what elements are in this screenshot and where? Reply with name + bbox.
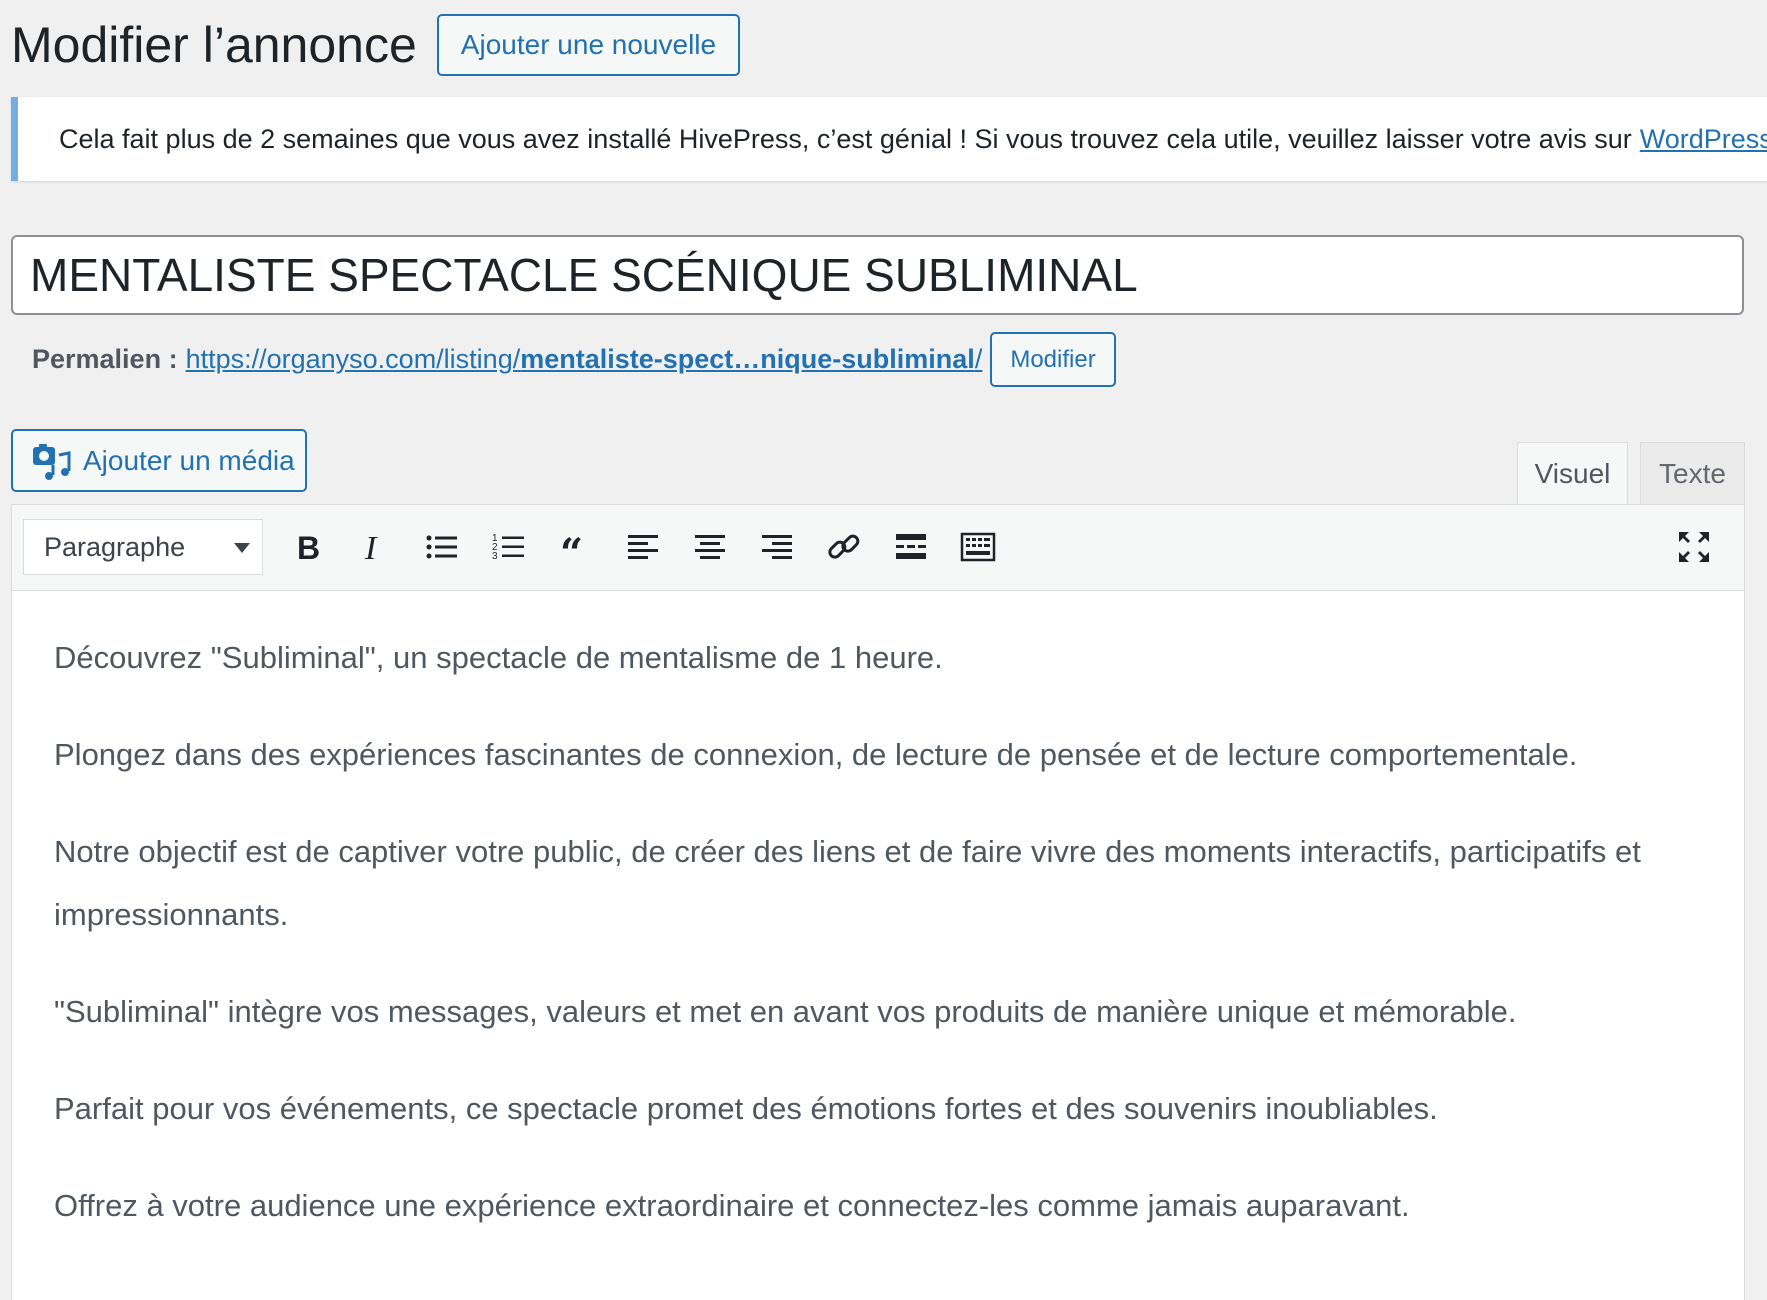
- format-select-value: Paragraphe: [44, 531, 186, 562]
- fullscreen-button[interactable]: [1672, 525, 1716, 569]
- blockquote-button[interactable]: “: [554, 525, 598, 569]
- add-media-button[interactable]: Ajouter un média: [11, 429, 307, 492]
- numbered-list-icon: 1 2 3: [492, 533, 524, 562]
- permalink-link[interactable]: https://organyso.com/listing/mentaliste-…: [186, 344, 983, 375]
- content-paragraph: Offrez à votre audience une expérience e…: [54, 1188, 1410, 1223]
- content-paragraph: Plongez dans des expériences fascinantes…: [54, 737, 1578, 772]
- align-right-icon: [762, 535, 792, 559]
- read-more-icon: [896, 534, 926, 559]
- link-button[interactable]: [822, 525, 866, 569]
- tab-text[interactable]: Texte: [1640, 442, 1745, 504]
- permalink-row: Permalien : https://organyso.com/listing…: [32, 332, 1116, 387]
- page-title: Modifier l’annonce: [11, 17, 417, 73]
- numbered-list-button[interactable]: 1 2 3: [487, 525, 531, 569]
- read-more-button[interactable]: [889, 525, 933, 569]
- permalink-url-base: https://organyso.com/listing/: [185, 344, 521, 374]
- add-new-button[interactable]: Ajouter une nouvelle: [436, 14, 741, 76]
- page-heading: Modifier l’annonce Ajouter une nouvelle: [11, 14, 741, 76]
- toolbar-toggle-button[interactable]: [956, 525, 1000, 569]
- content-paragraph: Découvrez "Subliminal", un spectacle de …: [54, 640, 943, 675]
- add-media-label: Ajouter un média: [83, 444, 295, 476]
- editor-content[interactable]: Découvrez "Subliminal", un spectacle de …: [12, 591, 1744, 1237]
- align-center-icon: [695, 535, 725, 559]
- edit-permalink-button[interactable]: Modifier: [990, 332, 1116, 387]
- bullet-list-button[interactable]: [420, 525, 464, 569]
- fullscreen-icon: [1679, 532, 1709, 562]
- toolbar-toggle-icon: [960, 532, 996, 562]
- align-left-button[interactable]: [621, 525, 665, 569]
- content-editor: Paragraphe B I 1 2 3 “ Découvrez "Sublim…: [11, 504, 1745, 1300]
- content-paragraph: Parfait pour vos événements, ce spectacl…: [54, 1091, 1438, 1126]
- permalink-url-end: /: [974, 344, 983, 374]
- link-icon: [828, 534, 860, 559]
- svg-text:3: 3: [492, 551, 498, 562]
- blockquote-icon: “: [560, 530, 583, 565]
- notice-text: Cela fait plus de 2 semaines que vous av…: [59, 123, 1632, 154]
- align-right-button[interactable]: [755, 525, 799, 569]
- svg-text:B: B: [297, 530, 320, 565]
- edit-listing-page: Modifier l’annonce Ajouter une nouvelle …: [0, 0, 1767, 1300]
- bullet-list-icon: [426, 535, 457, 559]
- bold-button[interactable]: B: [286, 525, 330, 569]
- post-title-input[interactable]: [11, 235, 1744, 315]
- svg-text:“: “: [560, 530, 583, 565]
- add-media-icon: [33, 443, 71, 480]
- notice-review-link[interactable]: WordPress: [1640, 124, 1767, 155]
- editor-toolbar: Paragraphe B I 1 2 3 “: [12, 505, 1744, 591]
- content-paragraph: Notre objectif est de captiver votre pub…: [54, 834, 1641, 932]
- italic-button[interactable]: I: [352, 525, 396, 569]
- svg-text:I: I: [364, 530, 378, 565]
- tab-visual[interactable]: Visuel: [1517, 442, 1628, 505]
- format-select[interactable]: Paragraphe: [23, 519, 263, 575]
- permalink-url-slug: mentaliste-spect…nique-subliminal: [520, 344, 975, 374]
- permalink-label: Permalien :: [32, 344, 178, 374]
- bold-icon: B: [297, 530, 320, 565]
- align-left-icon: [628, 535, 658, 559]
- chevron-down-icon: [234, 543, 250, 553]
- content-paragraph: "Subliminal" intègre vos messages, valeu…: [54, 994, 1517, 1029]
- admin-notice: Cela fait plus de 2 semaines que vous av…: [11, 97, 1767, 181]
- italic-icon: I: [364, 530, 378, 565]
- align-center-button[interactable]: [688, 525, 732, 569]
